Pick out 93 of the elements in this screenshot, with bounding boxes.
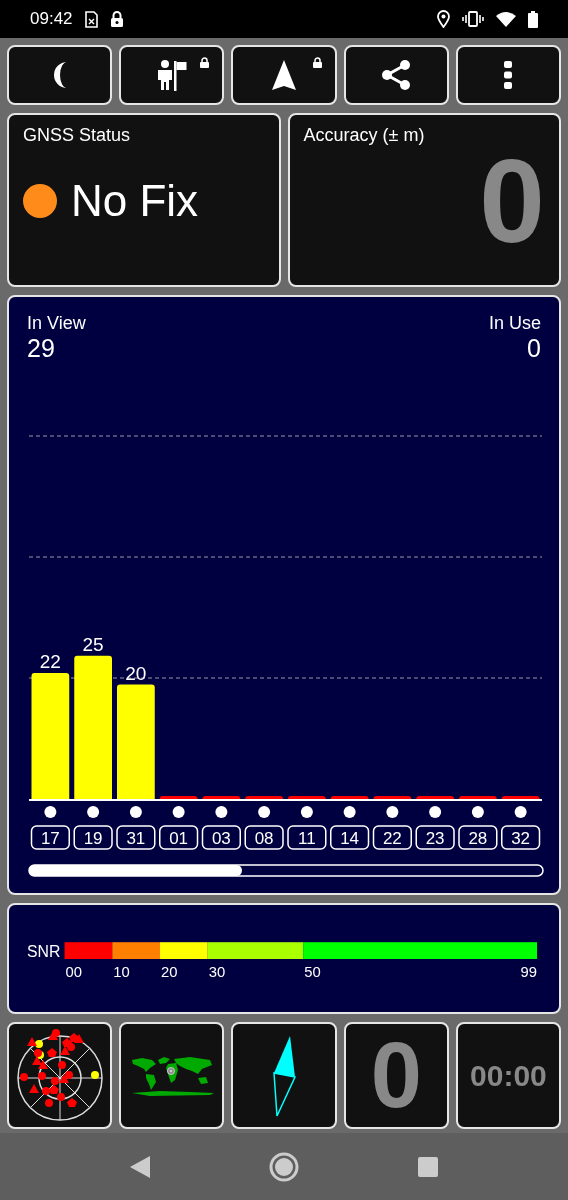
satellite-dot [87,806,100,818]
satellite-dot [172,806,185,818]
lock-icon [311,57,323,68]
signal-bar [501,796,540,800]
satellite-id-label: 31 [116,825,156,850]
lock-icon [199,57,211,68]
satellite-dot [514,806,527,818]
back-icon[interactable] [129,1155,150,1178]
x-tick-label: 08 [254,829,274,848]
snr-tick-label: 99 [520,963,538,979]
toolbar-button[interactable] [343,45,449,105]
toolbar-button[interactable] [231,45,337,105]
satellite-dot [343,806,356,818]
x-tick-label: 23 [425,829,445,848]
widget-tile[interactable] [231,1022,337,1129]
in-use-label: In Use [488,313,541,334]
timer-text: 00:00 [470,1058,547,1093]
satellite-id-label: 23 [415,825,455,850]
share-icon [381,60,412,90]
snr-tick-label: 00 [65,963,83,979]
satellite-dot [215,806,228,818]
snr-label: SNR [27,942,61,960]
signal-bar [288,796,326,800]
satellite-dot [44,806,57,818]
signal-bar [330,796,369,800]
x-tick-label: 22 [382,829,402,848]
widget-tile[interactable] [119,1022,225,1129]
card-title: GNSS Status [23,125,132,146]
accuracy-value: 0 [479,142,545,260]
signal-bar [159,796,198,800]
satellite-id-label: 03 [201,825,241,850]
satellite-id-label: 19 [73,825,113,850]
compass-needle-icon [271,1034,297,1117]
toolbar-button[interactable] [455,45,561,105]
snr-tick-label: 20 [161,963,178,979]
satellite-dot [471,806,484,818]
wifi-icon [496,11,516,27]
person-flag-icon [156,59,187,91]
signal-bar [202,796,241,800]
more-icon [504,61,513,89]
x-tick-label: 17 [40,829,60,848]
satellite-id-label: 28 [458,825,498,850]
clock-time: 09:42 [30,9,73,29]
sim-card-icon [84,10,98,28]
location-icon [437,10,450,28]
battery-icon [528,10,538,28]
navigation-arrow-icon [272,60,296,90]
signal-bar [373,796,412,800]
vibrate-icon [462,11,484,27]
satellite-id-label: 11 [287,825,327,850]
widget-tile[interactable]: 0 [343,1022,449,1129]
widget-tile[interactable] [7,1022,113,1129]
x-tick-label: 14 [340,829,360,848]
snr-tick-label: 50 [304,963,321,979]
lock-icon [109,11,124,27]
signal-bar [459,796,497,800]
x-tick-label: 03 [211,829,231,848]
toolbar-button[interactable] [7,45,113,105]
recents-icon[interactable] [418,1156,439,1177]
x-tick-label: 11 [298,829,316,848]
satellite-dot [429,806,442,818]
fix-status: No Fix [71,176,199,226]
satellite-id-label: 32 [501,825,541,850]
bar-value-label: 20 [125,662,147,684]
x-tick-label: 28 [468,829,488,848]
in-use-count: 0 [527,334,541,363]
in-view-count: 29 [27,334,56,363]
satellite-id-label: 01 [159,825,199,850]
satellite-dot [129,806,142,818]
satellite-id-label: 22 [372,825,412,850]
signal-bar [245,796,283,800]
bar-value-label: 22 [39,651,61,673]
moon-icon [51,61,68,89]
satellite-dot [300,806,313,818]
satellite-id-label: 14 [330,825,370,850]
home-icon[interactable] [269,1151,299,1182]
widget-tile[interactable]: 00:00 [455,1022,561,1129]
satellite-dot [258,806,271,818]
satellite-id-label: 17 [30,825,70,850]
satellite-count: 0 [370,1023,422,1128]
x-tick-label: 01 [169,829,189,848]
satellite-id-label: 08 [244,825,284,850]
bar-value-label: 25 [82,633,104,655]
satellite-dot [386,806,399,818]
snr-tick-label: 10 [113,963,130,979]
toolbar-button[interactable] [119,45,225,105]
x-tick-label: 19 [83,829,103,848]
card-title: Accuracy (± m) [303,125,426,146]
signal-bar [416,796,454,800]
x-tick-label: 32 [511,829,531,848]
in-view-label: In View [27,313,86,334]
snr-tick-label: 30 [208,963,226,979]
x-tick-label: 31 [126,829,146,848]
